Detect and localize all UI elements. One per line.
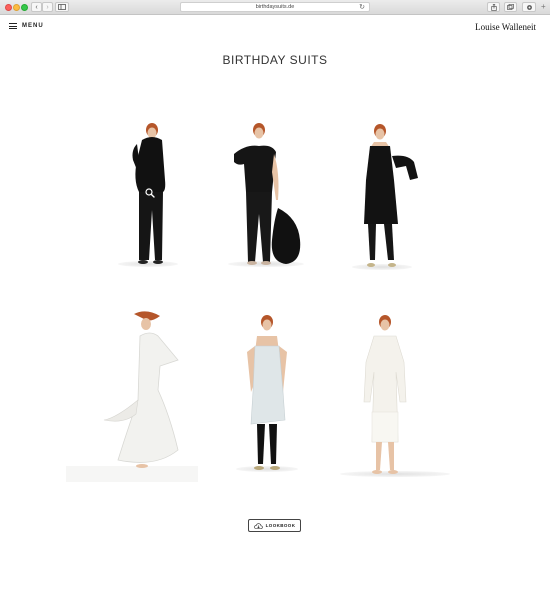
zoom-icon[interactable]: [145, 185, 155, 198]
sidebar-icon: [58, 4, 66, 10]
menu-label: MENU: [22, 23, 44, 29]
new-tab-icon[interactable]: +: [541, 3, 546, 11]
back-button[interactable]: ‹: [31, 2, 42, 12]
gallery-item-2[interactable]: [226, 122, 306, 268]
gallery-item-3[interactable]: [356, 120, 422, 270]
gallery-item-4[interactable]: [66, 300, 198, 482]
cloud-download-icon: [253, 522, 263, 529]
gallery-item-5[interactable]: [243, 312, 291, 474]
minimize-window-icon[interactable]: [13, 4, 20, 11]
lookbook-label: LOOKBOOK: [265, 523, 296, 528]
brand-logo[interactable]: Louise Walleneit: [475, 22, 536, 32]
model-photo-white-draped-dress: [66, 311, 198, 482]
address-bar[interactable]: birthdaysuits.de ↻: [180, 2, 370, 12]
address-url: birthdaysuits.de: [255, 4, 295, 10]
model-photo-black-halter-dress: [364, 124, 418, 267]
maximize-window-icon[interactable]: [21, 4, 28, 11]
chevron-left-icon: ‹: [35, 3, 38, 11]
share-icon: [490, 3, 497, 11]
gear-icon: [526, 4, 532, 10]
reload-icon[interactable]: ↻: [359, 3, 365, 13]
extension-button[interactable]: [522, 2, 536, 12]
browser-toolbar: ‹ › birthdaysuits.de ↻ +: [0, 0, 550, 15]
page-title: BIRTHDAY SUITS: [222, 53, 328, 67]
forward-button[interactable]: ›: [42, 2, 53, 12]
hamburger-icon: [9, 23, 17, 29]
sidebar-toggle-button[interactable]: [55, 2, 69, 12]
share-button[interactable]: [487, 2, 500, 12]
model-photo-pale-blue-dress: [247, 315, 287, 470]
chevron-right-icon: ›: [46, 3, 49, 11]
menu-button[interactable]: MENU: [9, 23, 44, 29]
model-photo-white-knit-dress: [363, 315, 407, 474]
gallery-item-6[interactable]: [360, 312, 410, 478]
model-photo-black-asymmetric-top: [234, 123, 301, 265]
lookbook-button[interactable]: LOOKBOOK: [248, 519, 301, 532]
tabs-overview-button[interactable]: [504, 2, 517, 12]
close-window-icon[interactable]: [5, 4, 12, 11]
tabs-icon: [507, 4, 514, 10]
